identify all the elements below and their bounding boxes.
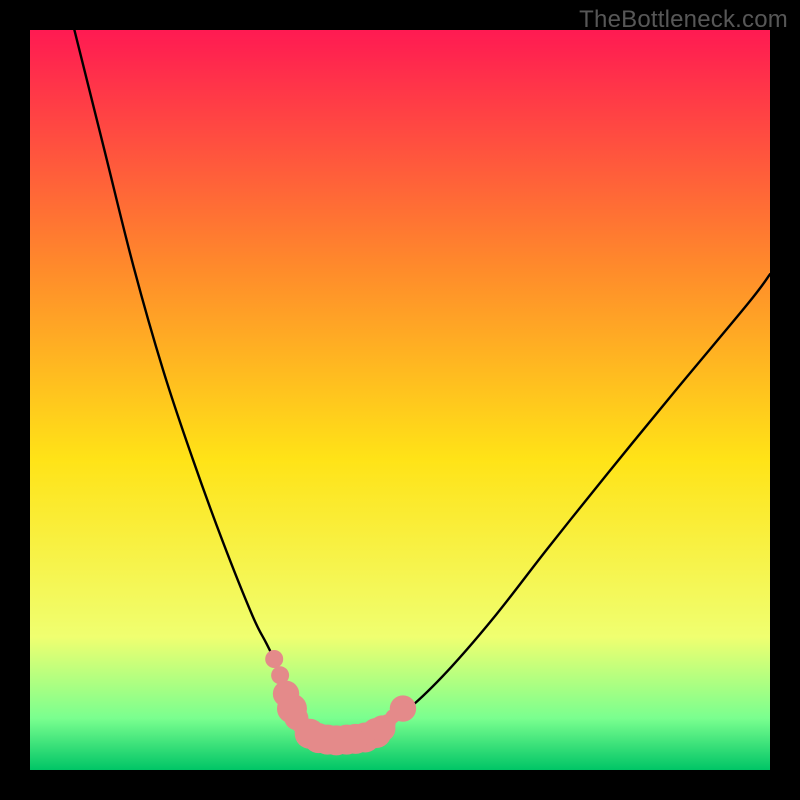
chart-background (30, 30, 770, 770)
watermark-text: TheBottleneck.com (579, 6, 788, 34)
chart-svg (30, 30, 770, 770)
highlight-dot (390, 695, 416, 721)
chart-plot-area (30, 30, 770, 770)
chart-frame: TheBottleneck.com (0, 0, 800, 800)
highlight-dot (265, 650, 283, 668)
